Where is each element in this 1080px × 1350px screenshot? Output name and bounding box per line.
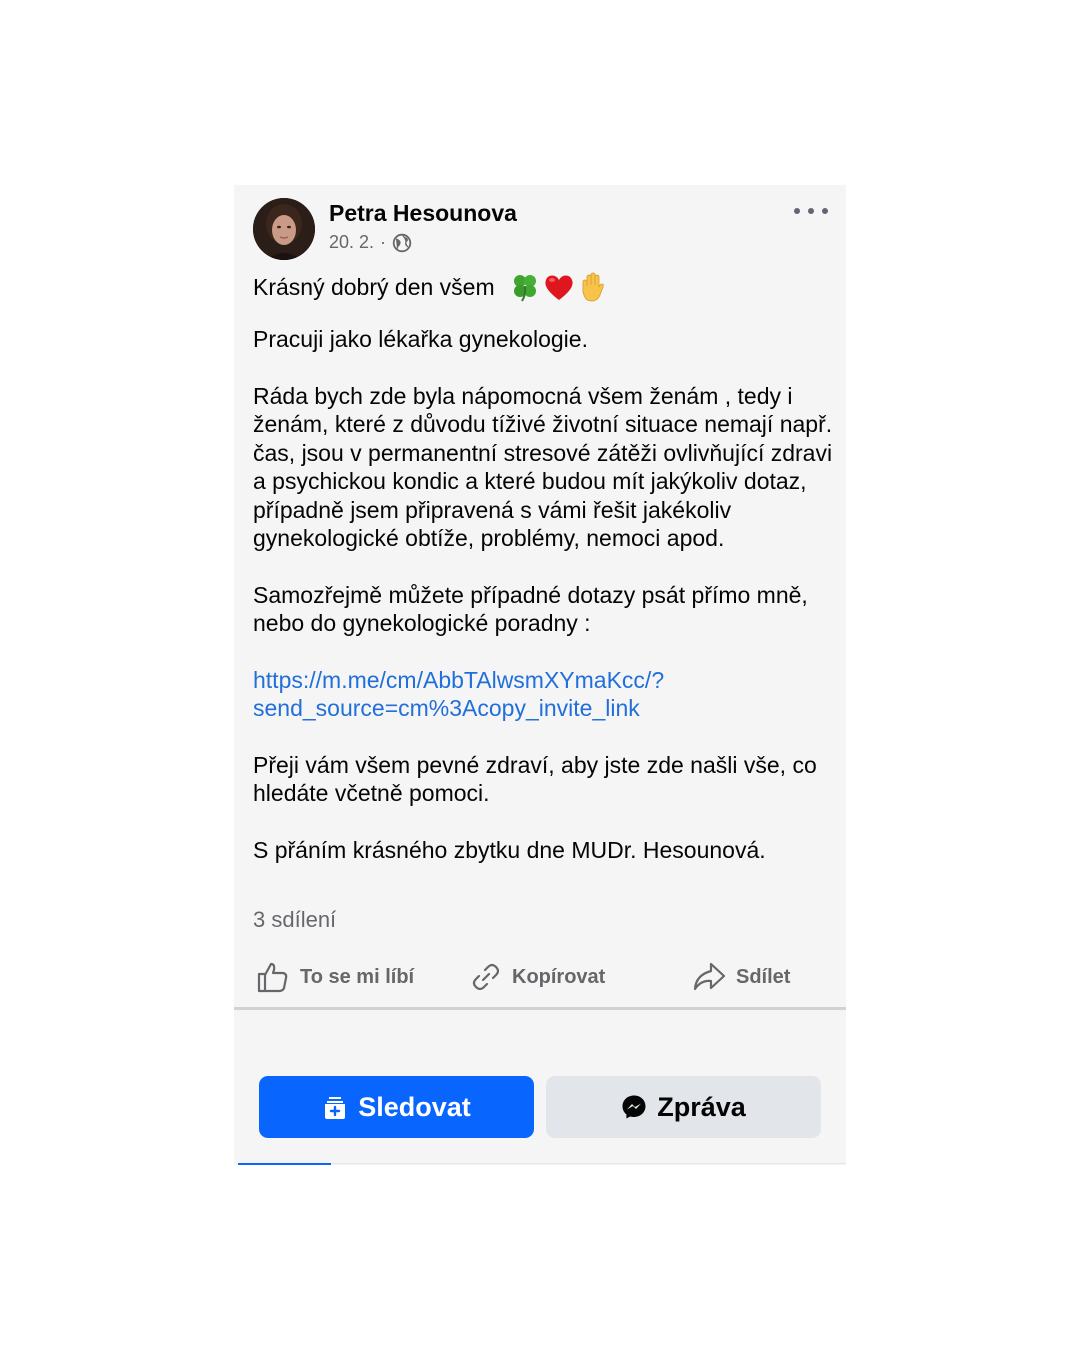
share-icon bbox=[693, 962, 726, 991]
post-date[interactable]: 20. 2. bbox=[329, 232, 374, 253]
post-meta: 20. 2. · bbox=[329, 232, 412, 253]
post-greeting: Krásný dobrý den všem bbox=[253, 269, 838, 305]
red-heart-icon bbox=[545, 275, 573, 300]
invite-link-line-2[interactable]: send_source=cm%3Acopy_invite_link bbox=[253, 695, 640, 721]
greeting-emoji bbox=[509, 271, 609, 303]
copy-button[interactable]: Kopírovat bbox=[470, 955, 605, 999]
greeting-text: Krásný dobrý den všem bbox=[253, 273, 495, 300]
avatar-photo bbox=[253, 198, 315, 260]
message-button[interactable]: Zpráva bbox=[546, 1076, 821, 1138]
post-card: Petra Hesounova 20. 2. · Krásný dobrý de… bbox=[234, 185, 846, 1165]
avatar[interactable] bbox=[253, 198, 315, 260]
post-paragraph: S přáním krásného zbytku dne MUDr. Hesou… bbox=[253, 836, 766, 863]
messenger-icon bbox=[622, 1095, 646, 1119]
post-paragraph: Samozřejmě můžete případné dotazy psát p… bbox=[253, 581, 808, 637]
raised-hand-icon bbox=[582, 272, 604, 302]
post-text: Krásný dobrý den všem Pracuji jako lékař… bbox=[253, 269, 838, 892]
post-paragraph: Přeji vám všem pevné zdraví, aby jste zd… bbox=[253, 751, 817, 807]
copy-label: Kopírovat bbox=[512, 965, 606, 988]
invite-link[interactable]: https://m.me/cm/AbbTAlwsmXYmaKcc/? send_s… bbox=[253, 667, 664, 722]
like-button[interactable]: To se mi líbí bbox=[256, 955, 414, 999]
post-link-paragraph: https://m.me/cm/AbbTAlwsmXYmaKcc/? send_s… bbox=[253, 666, 838, 723]
four-leaf-clover-icon bbox=[513, 275, 536, 302]
link-icon bbox=[472, 963, 500, 991]
follow-button[interactable]: Sledovat bbox=[259, 1076, 534, 1138]
tab-indicator bbox=[238, 1163, 331, 1165]
message-label: Zpráva bbox=[657, 1091, 746, 1122]
globe-icon bbox=[392, 233, 412, 253]
post-paragraph: Pracuji jako lékařka gynekologie. bbox=[253, 326, 588, 352]
like-icon bbox=[257, 962, 288, 993]
post-paragraph: Ráda bych zde byla nápomocná všem ženám … bbox=[253, 382, 833, 552]
author-name[interactable]: Petra Hesounova bbox=[329, 200, 517, 227]
shares-count[interactable]: 3 sdílení bbox=[253, 907, 336, 933]
meta-separator: · bbox=[380, 232, 387, 252]
like-label: To se mi líbí bbox=[300, 965, 415, 988]
share-button[interactable]: Sdílet bbox=[692, 955, 790, 999]
follow-label: Sledovat bbox=[358, 1091, 471, 1122]
invite-link-line-1[interactable]: https://m.me/cm/AbbTAlwsmXYmaKcc/? bbox=[253, 667, 664, 693]
bottom-divider bbox=[331, 1163, 846, 1164]
divider bbox=[234, 1007, 846, 1010]
more-icon[interactable] bbox=[794, 199, 828, 223]
action-bar: To se mi líbí Kopírovat Sdílet bbox=[234, 955, 846, 1007]
share-label: Sdílet bbox=[736, 965, 791, 988]
follow-icon bbox=[325, 1097, 346, 1119]
